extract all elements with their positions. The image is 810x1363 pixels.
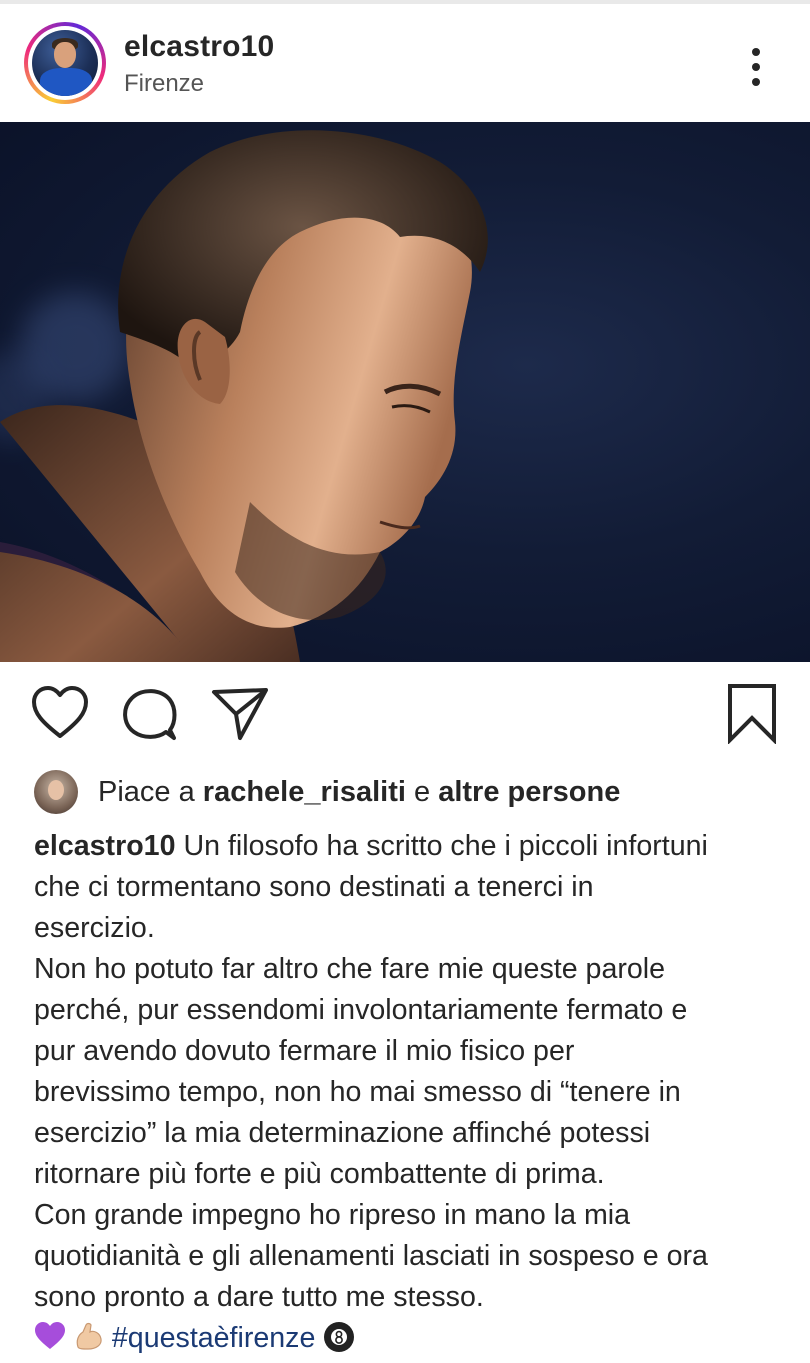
caption-line: pur avendo dovuto fermare il mio fisico … xyxy=(34,1035,575,1067)
liker-username[interactable]: rachele_risaliti xyxy=(203,776,406,808)
caption-line: Un filosofo ha scritto che i piccoli inf… xyxy=(183,830,708,862)
billiard-8-ball-icon xyxy=(324,1322,355,1352)
likes-others-link[interactable]: altre persone xyxy=(438,776,620,808)
caption-line: esercizio. xyxy=(34,912,155,944)
likes-text: Piace a rachele_risaliti e altre persone xyxy=(98,776,621,808)
purple-heart-icon xyxy=(35,1322,65,1349)
post-header: elcastro10 Firenze xyxy=(0,4,810,122)
caption-line: esercizio” la mia determinazione affinch… xyxy=(34,1117,651,1149)
bookmark-icon[interactable] xyxy=(722,684,782,744)
hashtag-link[interactable]: #questaèfirenze xyxy=(112,1322,315,1354)
heart-icon[interactable] xyxy=(30,684,90,744)
caption-line: Non ho potuto far altro che fare mie que… xyxy=(34,953,666,985)
post-caption: elcastro10 Un filosofo ha scritto che i … xyxy=(34,826,790,1359)
post-photo[interactable] xyxy=(0,122,810,662)
caption-line: quotidianità e gli allenamenti lasciati … xyxy=(34,1240,708,1272)
caption-line: ritornare più forte e più combattente di… xyxy=(34,1158,605,1190)
caption-line: che ci tormentano sono destinati a tener… xyxy=(34,871,594,903)
profile-avatar[interactable] xyxy=(24,22,106,104)
avatar-image xyxy=(32,30,98,96)
caption-username[interactable]: elcastro10 xyxy=(34,830,175,862)
caption-emoji-line: #questaèfirenze xyxy=(34,1318,790,1359)
liker-avatar xyxy=(34,770,78,814)
send-icon[interactable] xyxy=(210,684,270,744)
caption-line: Con grande impegno ho ripreso in mano la… xyxy=(34,1199,631,1231)
likes-row[interactable]: Piace a rachele_risaliti e altre persone xyxy=(34,770,794,816)
caption-line: sono pronto a dare tutto me stesso. xyxy=(34,1281,484,1313)
portrait-illustration xyxy=(0,130,488,662)
post-username[interactable]: elcastro10 xyxy=(124,30,274,64)
post-actions xyxy=(0,662,810,762)
more-options-icon[interactable] xyxy=(738,44,774,90)
comment-icon[interactable] xyxy=(120,684,180,744)
caption-line: brevissimo tempo, non ho mai smesso di “… xyxy=(34,1076,681,1108)
flexed-biceps-icon xyxy=(76,1322,102,1350)
caption-line: perché, pur essendomi involontariamente … xyxy=(34,994,688,1026)
post-location[interactable]: Firenze xyxy=(124,70,204,98)
